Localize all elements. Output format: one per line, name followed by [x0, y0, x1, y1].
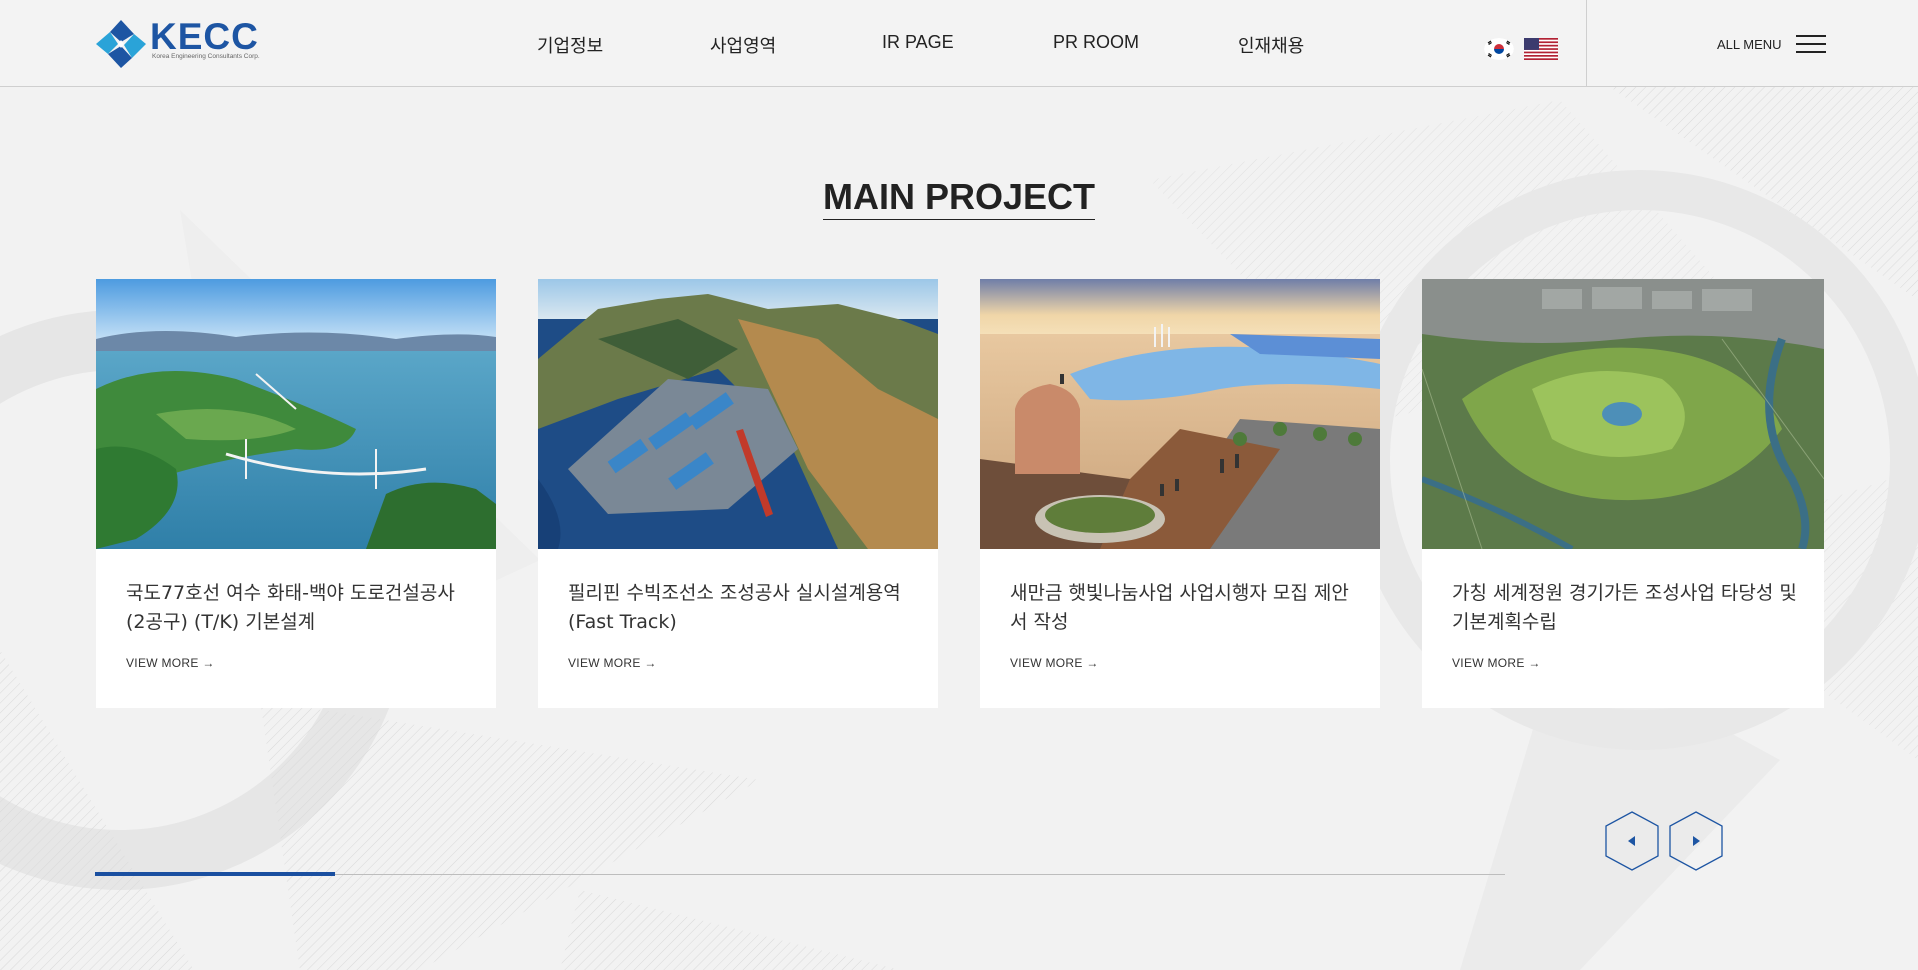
logo-subtitle: Korea Engineering Consultants Corp.	[152, 53, 260, 60]
solar-farm-rendering	[980, 279, 1380, 549]
nav-item-company-info[interactable]: 기업정보	[537, 32, 603, 58]
site-header: KECC Korea Engineering Consultants Corp.…	[0, 0, 1918, 87]
prev-slide-button[interactable]	[1602, 810, 1662, 872]
all-menu-label: ALL MENU	[1717, 36, 1782, 52]
project-card[interactable]: 국도77호선 여수 화태-백야 도로건설공사 (2공구) (T/K) 기본설계 …	[96, 279, 496, 708]
garden-aerial-photo	[1422, 279, 1824, 549]
nav-item-pr-room[interactable]: PR ROOM	[1053, 32, 1139, 53]
hamburger-menu-icon	[1795, 34, 1826, 54]
project-title: 국도77호선 여수 화태-백야 도로건설공사 (2공구) (T/K) 기본설계	[126, 582, 455, 633]
view-more-link[interactable]: VIEW MORE →	[1452, 656, 1541, 670]
project-title: 새만금 햇빛나눔사업 사업시행자 모집 제안서 작성	[1010, 582, 1349, 633]
nav-item-ir-page[interactable]: IR PAGE	[882, 32, 954, 53]
view-more-link[interactable]: VIEW MORE →	[568, 656, 657, 670]
view-more-link[interactable]: VIEW MORE →	[126, 656, 215, 670]
next-slide-button[interactable]	[1666, 810, 1726, 872]
kecc-logo[interactable]: KECC Korea Engineering Consultants Corp.	[94, 18, 260, 70]
slider-progress-fill	[95, 872, 335, 876]
section-title-wrapper: MAIN PROJECT	[0, 176, 1918, 220]
project-card[interactable]: 가칭 세계정원 경기가든 조성사업 타당성 및 기본계획수립 VIEW MORE…	[1422, 279, 1824, 708]
nav-item-recruitment[interactable]: 인재채용	[1238, 32, 1304, 58]
nav-item-business-area[interactable]: 사업영역	[710, 32, 776, 58]
bridge-islands-photo	[96, 279, 496, 549]
header-divider	[1586, 0, 1587, 86]
project-title: 가칭 세계정원 경기가든 조성사업 타당성 및 기본계획수립	[1452, 582, 1797, 633]
all-menu-button[interactable]: ALL MENU	[1717, 34, 1826, 54]
chevron-right-icon	[1693, 836, 1700, 846]
us-flag-icon[interactable]	[1524, 38, 1558, 60]
kecc-logo-icon	[96, 20, 146, 68]
shipyard-aerial-photo	[538, 279, 938, 549]
section-title: MAIN PROJECT	[822, 176, 1096, 220]
korean-flag-icon[interactable]	[1484, 38, 1514, 60]
project-card[interactable]: 새만금 햇빛나눔사업 사업시행자 모집 제안서 작성 VIEW MORE →	[980, 279, 1380, 708]
view-more-link[interactable]: VIEW MORE →	[1010, 656, 1099, 670]
logo-name: KECC	[150, 16, 259, 57]
project-card[interactable]: 필리핀 수빅조선소 조성공사 실시설계용역 (Fast Track) VIEW …	[538, 279, 938, 708]
chevron-left-icon	[1628, 836, 1635, 846]
project-title: 필리핀 수빅조선소 조성공사 실시설계용역 (Fast Track)	[568, 582, 901, 633]
